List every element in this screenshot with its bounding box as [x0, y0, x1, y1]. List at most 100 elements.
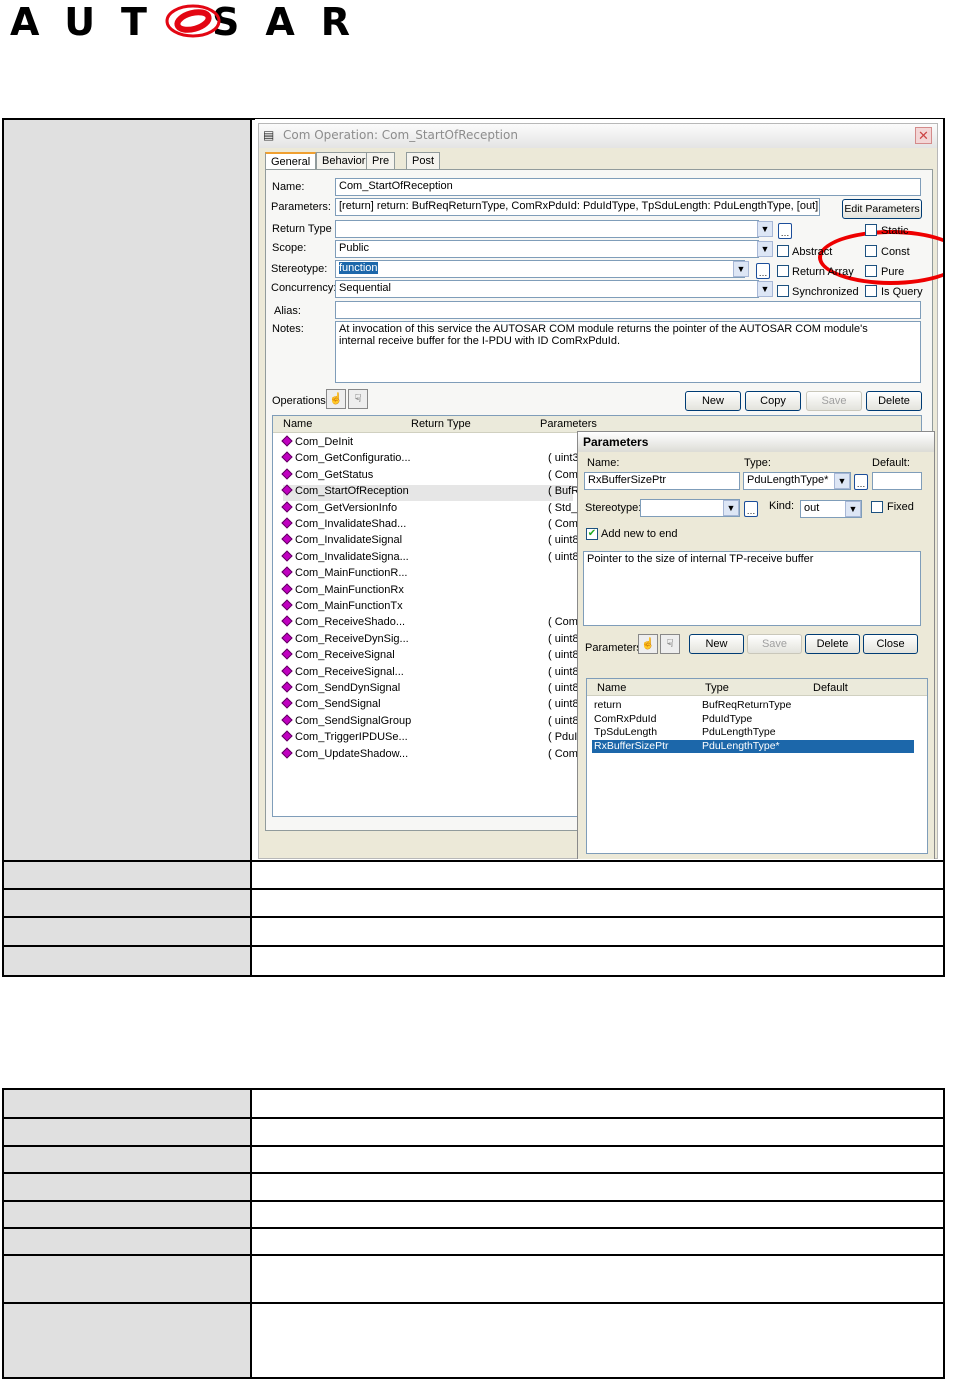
table-label-cell: [2, 1254, 252, 1304]
chevron-down-icon[interactable]: ▼: [845, 501, 861, 517]
column-name[interactable]: Name: [597, 682, 626, 694]
operation-row[interactable]: Com_TriggerIPDUSe...( PduIdT: [281, 730, 590, 747]
const-checkbox[interactable]: [865, 245, 877, 257]
abstract-checkbox[interactable]: [777, 245, 789, 257]
copy-button[interactable]: Copy: [745, 391, 801, 411]
parameter-type: PduLengthType*: [702, 739, 780, 752]
operation-row[interactable]: Com_GetConfiguratio...( uint32: [281, 451, 585, 468]
parameters-list[interactable]: Name Type Default return BufReqReturnType…: [586, 678, 928, 854]
operation-row[interactable]: Com_MainFunctionTx: [281, 599, 573, 616]
tab-behavior[interactable]: Behavior: [316, 152, 372, 170]
param-save-button[interactable]: Save: [747, 634, 802, 654]
delete-button[interactable]: Delete: [866, 391, 922, 411]
scope-select[interactable]: Public: [335, 240, 759, 258]
param-default-input[interactable]: [872, 472, 922, 490]
column-type[interactable]: Type: [705, 682, 729, 694]
parameter-row[interactable]: return BufReqReturnType: [592, 699, 914, 712]
operation-row[interactable]: Com_ReceiveShado...( Com_S: [281, 615, 591, 632]
operation-row[interactable]: Com_InvalidateSigna...( uint8,: [281, 550, 582, 567]
operation-icon: [281, 484, 293, 496]
chevron-down-icon[interactable]: ▼: [757, 241, 773, 257]
param-delete-button[interactable]: Delete: [805, 634, 860, 654]
operation-row[interactable]: Com_StartOfReception( BufRe: [281, 484, 585, 502]
tab-pre[interactable]: Pre: [366, 152, 396, 170]
operation-row[interactable]: Com_SendDynSignal( uint8,: [281, 681, 582, 698]
operation-row[interactable]: Com_SendSignal( uint8,: [281, 697, 582, 714]
operation-row[interactable]: Com_ReceiveSignal( uint8,: [281, 648, 582, 665]
chevron-down-icon[interactable]: ▼: [723, 500, 739, 516]
param-close-button[interactable]: Close: [863, 634, 918, 654]
move-up-icon[interactable]: ☝: [638, 634, 658, 654]
new-button[interactable]: New: [685, 391, 741, 411]
stereotype-label: Stereotype:: [271, 263, 328, 275]
notes-textarea[interactable]: At invocation of this service the AUTOSA…: [335, 321, 921, 383]
fixed-checkbox[interactable]: [871, 501, 883, 513]
is-query-checkbox[interactable]: [865, 285, 877, 297]
ellipsis-button[interactable]: …: [778, 223, 792, 239]
param-notes-textarea[interactable]: Pointer to the size of internal TP-recei…: [583, 551, 921, 626]
alias-input[interactable]: [335, 301, 921, 319]
concurrency-select[interactable]: Sequential: [335, 280, 759, 298]
column-name[interactable]: Name: [283, 418, 312, 430]
return-array-checkbox[interactable]: [777, 265, 789, 277]
parameters-input[interactable]: [return] return: BufReqReturnType, ComRx…: [335, 198, 820, 216]
parameter-name: return: [594, 699, 622, 711]
save-button[interactable]: Save: [806, 391, 862, 411]
operation-row[interactable]: Com_InvalidateSignal( uint8,: [281, 533, 582, 550]
operation-icon: [281, 697, 293, 710]
operation-icon: [281, 451, 293, 464]
pure-checkbox[interactable]: [865, 265, 877, 277]
column-return-type[interactable]: Return Type: [411, 418, 471, 430]
synchronized-checkbox[interactable]: [777, 285, 789, 297]
operation-name: Com_UpdateShadow...: [295, 747, 409, 760]
operation-row[interactable]: Com_ReceiveSignal...( uint8,: [281, 664, 582, 682]
ellipsis-button[interactable]: …: [854, 474, 868, 490]
chevron-down-icon[interactable]: ▼: [757, 281, 773, 297]
chevron-down-icon[interactable]: ▼: [733, 261, 749, 277]
operation-icon: [281, 714, 293, 726]
tab-general[interactable]: General: [265, 152, 317, 170]
close-icon[interactable]: ✕: [915, 127, 932, 144]
parameter-row[interactable]: ComRxPduId PduIdType: [592, 713, 914, 726]
return-type-select[interactable]: [335, 220, 759, 238]
move-down-icon[interactable]: ☟: [660, 634, 680, 654]
pure-label: Pure: [881, 266, 905, 278]
tab-post[interactable]: Post: [406, 152, 441, 170]
move-up-icon[interactable]: ☝: [326, 389, 346, 409]
param-name-input[interactable]: RxBufferSizePtr: [584, 472, 740, 490]
param-new-button[interactable]: New: [689, 634, 744, 654]
ellipsis-button[interactable]: …: [744, 501, 758, 517]
parameter-name: RxBufferSizePtr: [594, 739, 669, 752]
operation-row[interactable]: Com_InvalidateShad...( Com_S: [281, 517, 591, 534]
static-checkbox[interactable]: [865, 224, 877, 236]
operation-row[interactable]: Com_MainFunctionRx: [281, 582, 573, 600]
second-table: [2, 1088, 945, 1379]
table-value-cell: [250, 888, 945, 918]
chevron-down-icon[interactable]: ▼: [834, 473, 850, 489]
operation-row[interactable]: Com_MainFunctionR...: [281, 566, 573, 583]
stereotype-select[interactable]: function: [335, 260, 745, 278]
operation-row[interactable]: Com_GetVersionInfo( Std_V: [281, 500, 585, 518]
column-default[interactable]: Default: [813, 682, 848, 694]
operation-row[interactable]: Com_DeInit: [281, 435, 573, 452]
name-input[interactable]: Com_StartOfReception: [335, 178, 921, 196]
chevron-down-icon[interactable]: ▼: [757, 221, 773, 237]
table-value-cell: [250, 1200, 945, 1229]
parameters-label: Parameters: [585, 642, 642, 654]
operation-row[interactable]: Com_ReceiveDynSig...( uint8,: [281, 632, 582, 649]
column-parameters[interactable]: Parameters: [540, 418, 597, 430]
dialog-title-text: Com Operation: Com_StartOfReception: [283, 128, 518, 142]
table-value-cell: [250, 1172, 945, 1202]
autosar-logo: AUT SAR: [10, 3, 350, 39]
parameter-row[interactable]: RxBufferSizePtr PduLengthType*: [592, 739, 914, 753]
parameter-row[interactable]: TpSduLength PduLengthType: [592, 726, 914, 739]
move-down-icon[interactable]: ☟: [348, 389, 368, 409]
add-new-to-end-checkbox[interactable]: ✔: [586, 528, 598, 540]
edit-parameters-button[interactable]: Edit Parameters: [842, 199, 922, 219]
operation-row[interactable]: Com_UpdateShadow...( Com_S: [281, 746, 591, 764]
table-value-cell: [250, 1254, 945, 1304]
operation-row[interactable]: Com_SendSignalGroup( uint8,: [281, 714, 582, 731]
parameter-type: PduIdType: [702, 712, 753, 725]
ellipsis-button[interactable]: …: [756, 263, 770, 279]
operation-row[interactable]: Com_GetStatus( Com_S: [281, 468, 591, 485]
